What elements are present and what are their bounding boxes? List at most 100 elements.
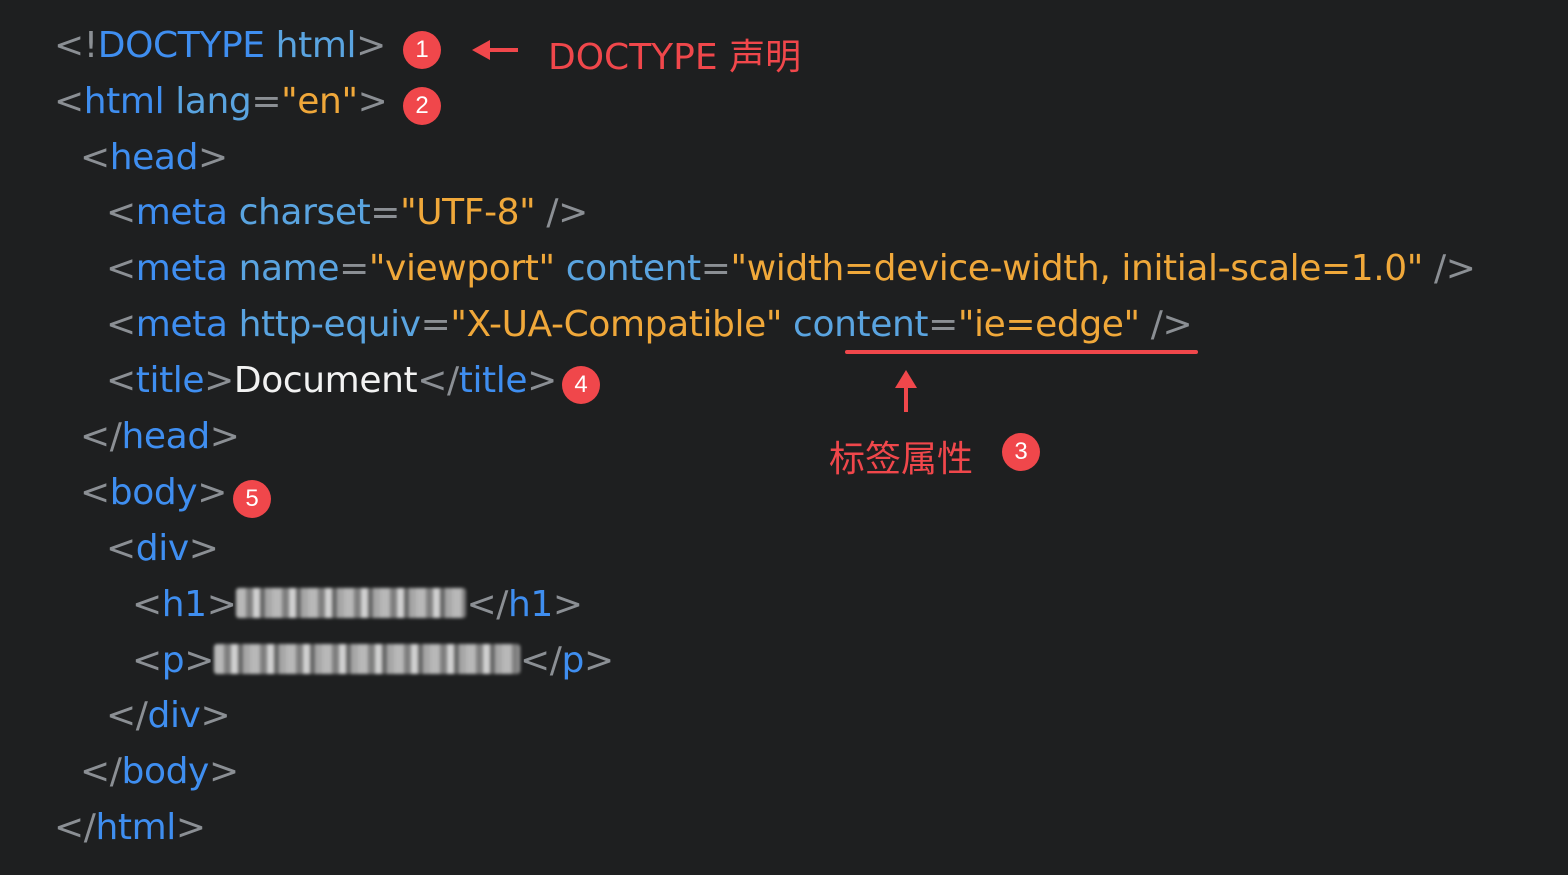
code-tag-name: meta <box>135 304 228 345</box>
code-string-value: "en" <box>281 81 358 122</box>
code-punctuation: < <box>106 248 136 289</box>
code-tag-name: body <box>109 472 198 513</box>
code-text: Document <box>233 360 418 401</box>
code-punctuation: > <box>527 360 557 401</box>
code-punctuation: = <box>339 248 369 289</box>
code-tag-name: html <box>95 807 177 848</box>
code-tag-name: html <box>83 81 165 122</box>
code-string-value: "UTF-8" <box>400 192 536 233</box>
code-punctuation: < <box>80 472 110 513</box>
code-punctuation: = <box>420 304 451 345</box>
code-punctuation: </ <box>54 807 96 848</box>
annotation-badge-2: 2 <box>403 87 441 125</box>
annotation-badge-5: 5 <box>233 480 271 518</box>
code-punctuation: </ <box>80 751 122 792</box>
code-punctuation: > <box>175 807 206 848</box>
code-line-meta-viewport: <meta name="viewport" content="width=dev… <box>106 249 1476 289</box>
code-tag-name: div <box>147 695 201 736</box>
code-string-value: "X-UA-Compatible" <box>450 304 783 345</box>
redacted-text <box>213 644 520 674</box>
code-tag-name: meta <box>135 192 228 233</box>
code-attribute-name: name <box>227 248 340 289</box>
code-tag-name: title <box>135 360 205 401</box>
code-punctuation: > <box>197 472 227 513</box>
attribute-annotation-label: 标签属性 <box>829 439 974 480</box>
annotation-badge-3: 3 <box>1002 433 1040 471</box>
code-string-value: "width=device-width, initial-scale=1.0" <box>730 248 1424 289</box>
code-attribute-name: content <box>554 248 701 289</box>
code-punctuation: > <box>209 416 240 457</box>
doctype-annotation-label: DOCTYPE 声明 <box>548 37 802 78</box>
code-line-head-close: </head> <box>80 417 240 457</box>
code-attribute-name: charset <box>227 192 371 233</box>
code-punctuation: > <box>184 640 214 681</box>
code-punctuation: > <box>356 25 386 66</box>
code-line-title: <title>Document</title> <box>106 361 557 401</box>
code-attribute-name: content <box>782 304 929 345</box>
code-punctuation: > <box>188 528 219 569</box>
up-arrow-icon <box>895 370 917 412</box>
left-arrow-icon <box>472 40 518 60</box>
code-punctuation: > <box>204 360 234 401</box>
code-punctuation: > <box>206 584 237 625</box>
code-punctuation: </ <box>80 416 122 457</box>
code-editor: <!DOCTYPE html> <html lang="en"> <head> … <box>0 0 1568 875</box>
code-line-meta-charset: <meta charset="UTF-8" /> <box>106 193 588 233</box>
redacted-text <box>236 588 467 618</box>
code-line-html-open: <html lang="en"> <box>54 81 388 122</box>
code-punctuation: = <box>370 192 401 233</box>
code-line-meta-http-equiv: <meta http-equiv="X-UA-Compatible" conte… <box>106 304 1193 345</box>
code-punctuation: < <box>106 192 136 233</box>
code-punctuation: > <box>198 137 228 178</box>
code-tag-name: h1 <box>161 584 207 625</box>
content-attribute-underline <box>845 350 1198 354</box>
code-tag-name: body <box>121 751 210 792</box>
code-tag-name: DOCTYPE <box>97 25 265 66</box>
code-tag-name: title <box>458 360 528 401</box>
code-punctuation: > <box>552 584 583 625</box>
code-string-value: "viewport" <box>368 248 555 289</box>
code-punctuation: </ <box>417 360 459 401</box>
code-line-div-close: </div> <box>106 695 231 736</box>
code-punctuation: < <box>132 640 162 681</box>
code-punctuation: < <box>54 81 84 122</box>
code-punctuation: < <box>106 528 136 569</box>
code-punctuation: < <box>106 360 136 401</box>
code-line-div-open: <div> <box>106 529 219 569</box>
code-punctuation: <! <box>54 25 98 66</box>
code-line-head-open: <head> <box>80 138 228 178</box>
annotation-badge-1: 1 <box>403 31 441 69</box>
code-attribute-name: lang <box>164 81 252 122</box>
code-tag-name: div <box>135 528 189 569</box>
code-punctuation: </ <box>106 695 148 736</box>
code-punctuation: > <box>200 695 231 736</box>
code-tag-name: p <box>561 640 584 681</box>
code-punctuation: > <box>208 751 239 792</box>
code-attribute-name: http-equiv <box>227 304 421 345</box>
code-punctuation: < <box>80 137 110 178</box>
code-punctuation: = <box>251 81 282 122</box>
code-line-body-open: <body> <box>80 473 227 513</box>
code-line-doctype: <!DOCTYPE html> <box>54 26 386 66</box>
code-punctuation: < <box>132 584 162 625</box>
code-line-p: <p> </p> <box>132 641 614 681</box>
code-line-h1: <h1> </h1> <box>132 585 583 625</box>
code-tag-name: head <box>109 137 199 178</box>
code-tag-name: meta <box>135 248 228 289</box>
code-string-value: "ie=edge" <box>957 304 1140 345</box>
code-punctuation: < <box>106 304 136 345</box>
code-attribute-name: html <box>264 25 357 66</box>
code-tag-name: head <box>121 416 211 457</box>
code-punctuation: </ <box>519 640 562 681</box>
code-punctuation: = <box>928 304 958 345</box>
code-punctuation: = <box>700 248 731 289</box>
code-tag-name: p <box>161 640 185 681</box>
code-tag-name: h1 <box>507 584 553 625</box>
code-punctuation: /> <box>535 192 588 233</box>
code-punctuation: </ <box>466 584 508 625</box>
code-punctuation: > <box>357 81 388 122</box>
code-line-body-close: </body> <box>80 752 239 792</box>
code-punctuation: > <box>583 640 614 681</box>
code-punctuation: /> <box>1139 304 1193 345</box>
code-punctuation: /> <box>1422 248 1476 289</box>
